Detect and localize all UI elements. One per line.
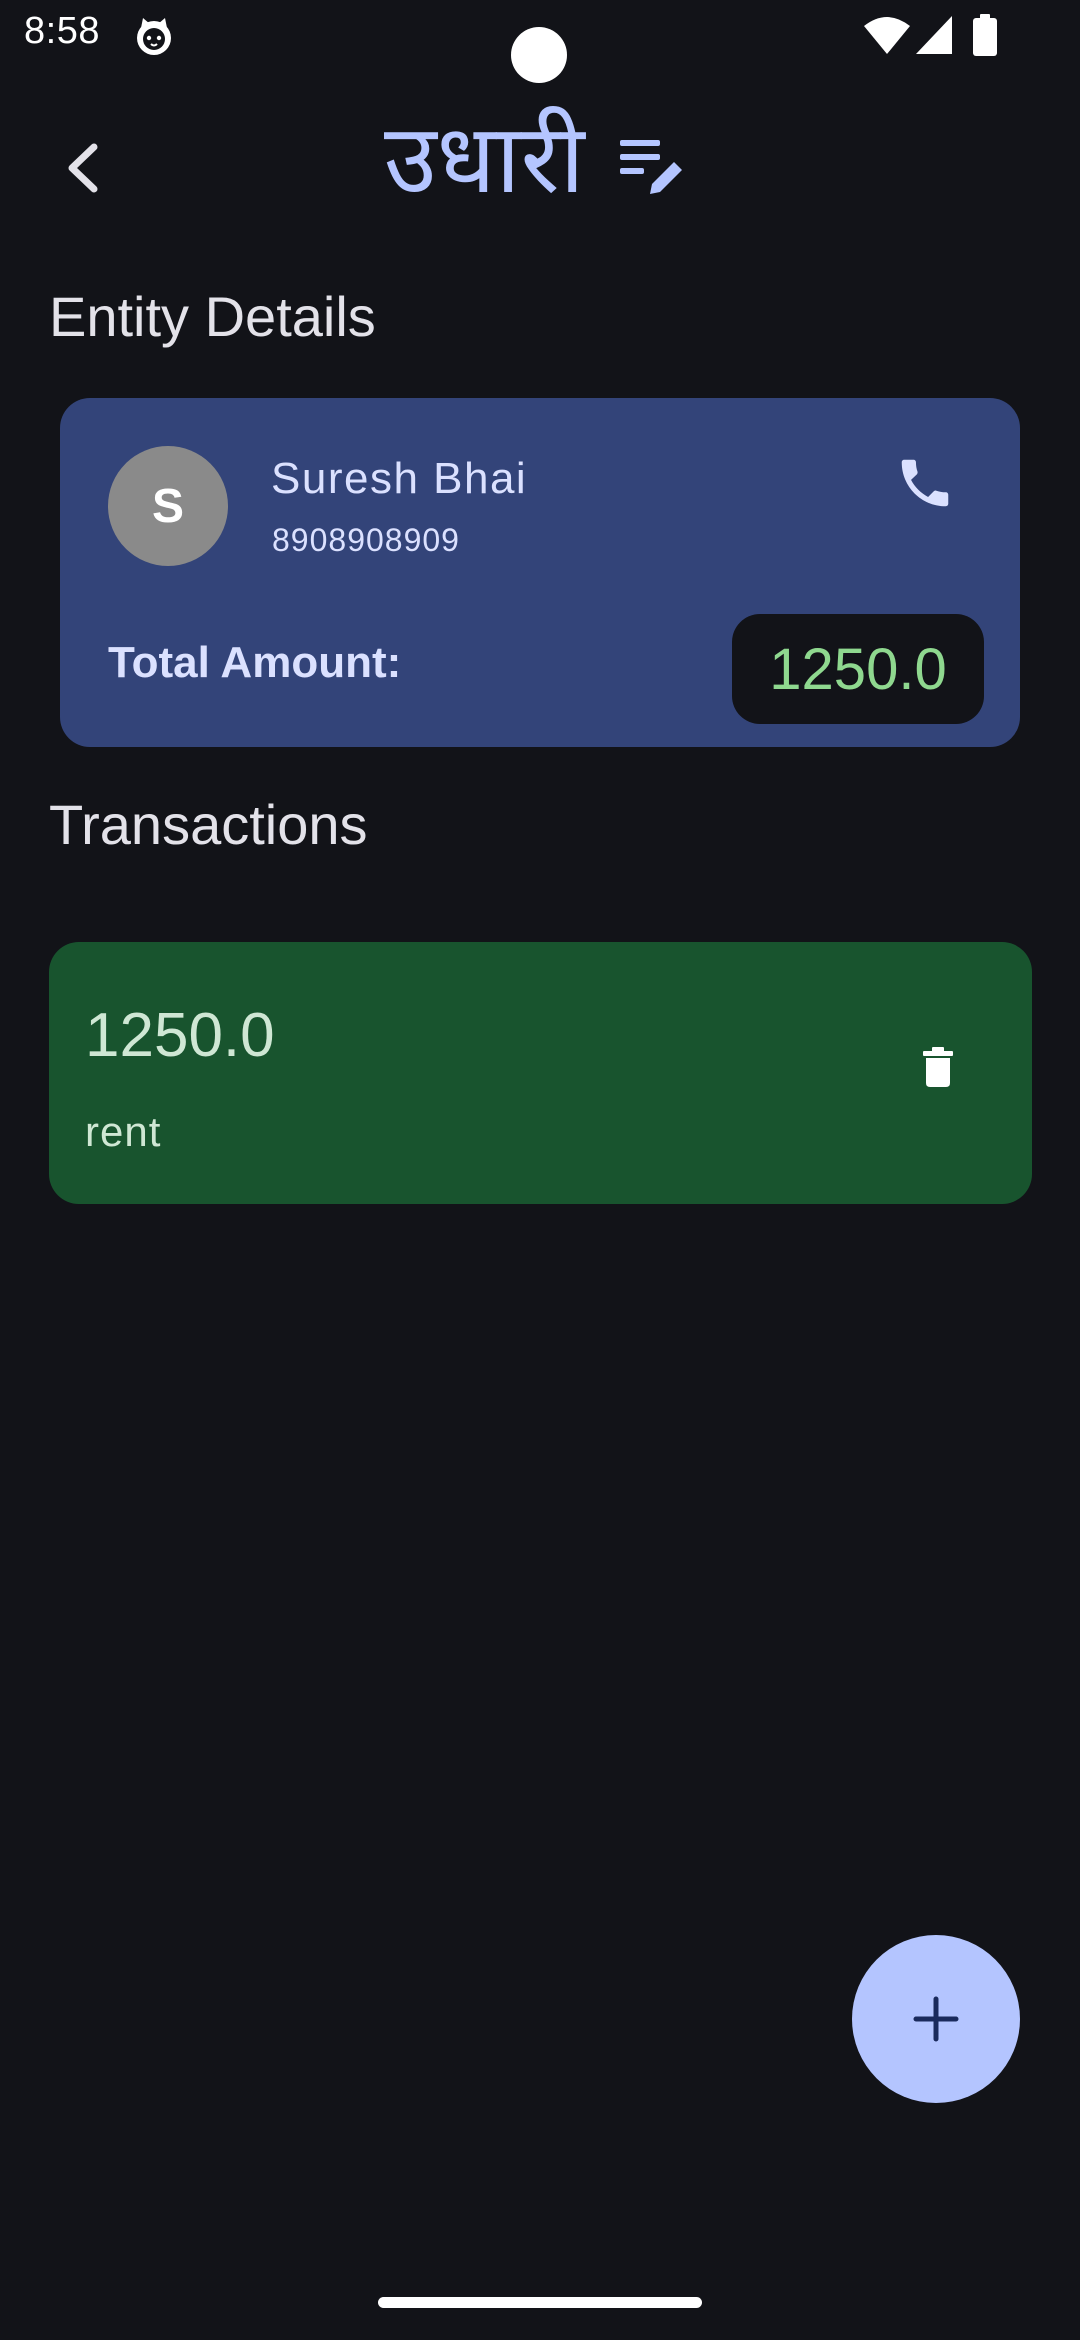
entity-name: Suresh Bhai (271, 454, 528, 503)
total-amount-value: 1250.0 (732, 614, 984, 724)
battery-icon (973, 14, 997, 56)
phone-icon (901, 459, 949, 507)
list-edit-icon (620, 140, 682, 194)
wifi-icon (864, 17, 910, 54)
app-title: उधारी (384, 103, 585, 215)
cat-notification-icon (137, 18, 171, 55)
delete-transaction-button[interactable] (893, 1022, 983, 1112)
back-arrow-icon (68, 143, 98, 193)
back-button[interactable] (44, 128, 124, 208)
camera-cutout (511, 27, 567, 83)
entity-phone: 8908908909 (272, 522, 460, 558)
status-time: 8:58 (24, 10, 100, 52)
transaction-amount: 1250.0 (85, 1001, 275, 1070)
signal-icon (916, 16, 952, 54)
transaction-card[interactable]: 1250.0 rent (49, 942, 1032, 1204)
plus-icon (913, 1996, 959, 2042)
home-indicator[interactable] (378, 2297, 702, 2308)
entity-details-heading: Entity Details (49, 285, 376, 348)
transaction-description: rent (85, 1108, 162, 1155)
call-button[interactable] (880, 438, 970, 528)
transactions-heading: Transactions (49, 793, 368, 856)
entity-card: S Suresh Bhai 8908908909 Total Amount: 1… (60, 398, 1020, 747)
total-amount-label: Total Amount: (108, 638, 402, 687)
trash-icon (923, 1047, 953, 1087)
avatar: S (108, 446, 228, 566)
add-transaction-button[interactable] (852, 1935, 1020, 2103)
